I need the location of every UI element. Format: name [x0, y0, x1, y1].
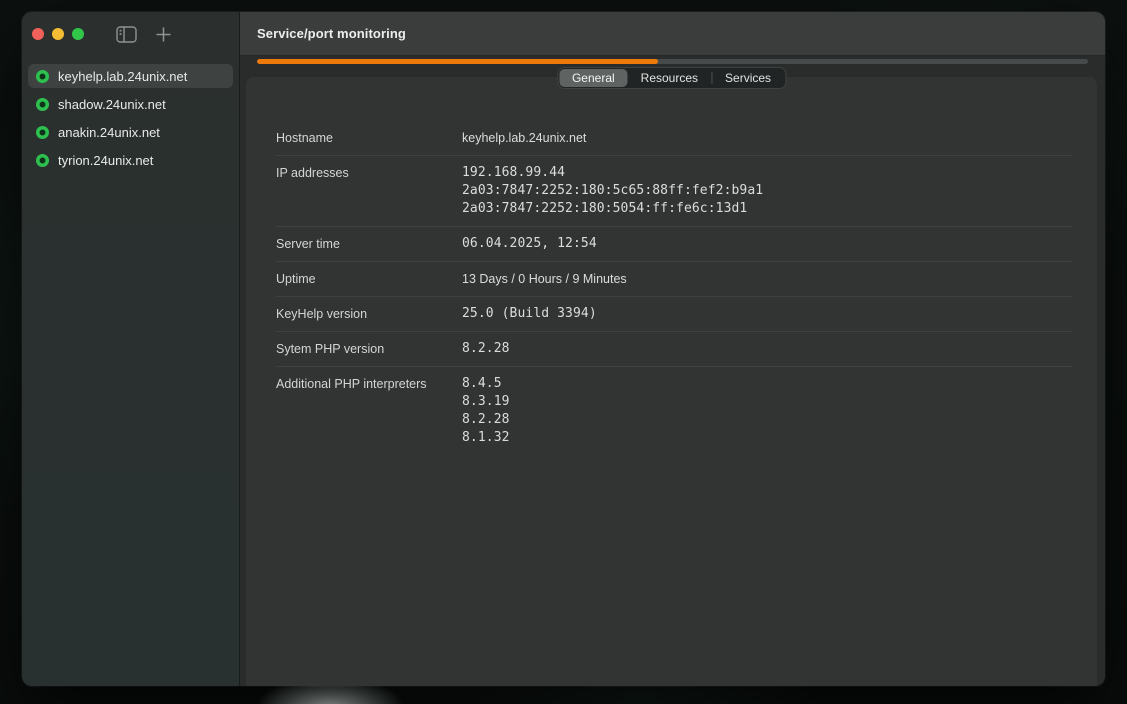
tab-services[interactable]: Services [712, 69, 784, 87]
row-value: 192.168.99.44 [462, 164, 763, 182]
row-label: Uptime [276, 270, 462, 288]
status-dot-icon [36, 70, 49, 83]
details-table: Hostname keyhelp.lab.24unix.net IP addre… [246, 77, 1097, 455]
sidebar-toggle-icon [116, 26, 137, 43]
tab-bar: General Resources Services [557, 67, 786, 89]
sidebar-item-tyrion[interactable]: tyrion.24unix.net [28, 148, 233, 172]
main-panel: Service/port monitoring General Resource… [240, 12, 1105, 686]
table-row-hostname: Hostname keyhelp.lab.24unix.net [276, 121, 1072, 156]
progress-track [257, 59, 1088, 64]
table-row-keyhelp-version: KeyHelp version 25.0 (Build 3394) [276, 297, 1072, 332]
row-value: 13 Days / 0 Hours / 9 Minutes [462, 270, 627, 288]
row-value: 8.2.28 [462, 411, 510, 429]
status-dot-icon [36, 98, 49, 111]
row-value: 25.0 (Build 3394) [462, 305, 597, 323]
server-name-label: tyrion.24unix.net [58, 153, 153, 168]
table-row-server-time: Server time 06.04.2025, 12:54 [276, 227, 1072, 262]
add-icon [155, 26, 172, 43]
close-button[interactable] [32, 28, 44, 40]
row-label: Additional PHP interpreters [276, 375, 462, 447]
toggle-sidebar-button[interactable] [114, 24, 139, 45]
sidebar-item-keyhelp[interactable]: keyhelp.lab.24unix.net [28, 64, 233, 88]
row-label: KeyHelp version [276, 305, 462, 323]
server-name-label: keyhelp.lab.24unix.net [58, 69, 187, 84]
row-value: 8.3.19 [462, 393, 510, 411]
status-dot-icon [36, 126, 49, 139]
row-label: IP addresses [276, 164, 462, 218]
minimize-button[interactable] [52, 28, 64, 40]
row-label: Sytem PHP version [276, 340, 462, 358]
sidebar: keyhelp.lab.24unix.net shadow.24unix.net… [22, 12, 240, 686]
row-label: Server time [276, 235, 462, 253]
tab-general[interactable]: General [559, 69, 628, 87]
content-card: General Resources Services Hostname keyh… [246, 77, 1097, 686]
sidebar-toolbar [22, 12, 239, 56]
add-server-button[interactable] [153, 24, 174, 45]
row-value: 2a03:7847:2252:180:5c65:88ff:fef2:b9a1 [462, 182, 763, 200]
sidebar-item-shadow[interactable]: shadow.24unix.net [28, 92, 233, 116]
row-value: 06.04.2025, 12:54 [462, 235, 597, 253]
sidebar-item-anakin[interactable]: anakin.24unix.net [28, 120, 233, 144]
server-name-label: anakin.24unix.net [58, 125, 160, 140]
row-value: 8.4.5 [462, 375, 510, 393]
table-row-ip-addresses: IP addresses 192.168.99.44 2a03:7847:225… [276, 156, 1072, 227]
row-value: 8.2.28 [462, 340, 510, 358]
table-row-uptime: Uptime 13 Days / 0 Hours / 9 Minutes [276, 262, 1072, 297]
tab-resources[interactable]: Resources [628, 69, 711, 87]
table-row-additional-php: Additional PHP interpreters 8.4.5 8.3.19… [276, 367, 1072, 455]
server-name-label: shadow.24unix.net [58, 97, 166, 112]
row-value: 2a03:7847:2252:180:5054:ff:fe6c:13d1 [462, 200, 763, 218]
status-dot-icon [36, 154, 49, 167]
desktop-wallpaper: keyhelp.lab.24unix.net shadow.24unix.net… [0, 0, 1127, 704]
progress-fill [257, 59, 658, 64]
table-row-system-php-version: Sytem PHP version 8.2.28 [276, 332, 1072, 367]
row-label: Hostname [276, 129, 462, 147]
row-value: 8.1.32 [462, 429, 510, 447]
zoom-button[interactable] [72, 28, 84, 40]
app-window: keyhelp.lab.24unix.net shadow.24unix.net… [22, 12, 1105, 686]
server-list: keyhelp.lab.24unix.net shadow.24unix.net… [22, 56, 239, 180]
titlebar: Service/port monitoring [240, 12, 1105, 56]
row-value: keyhelp.lab.24unix.net [462, 129, 586, 147]
page-title: Service/port monitoring [257, 26, 406, 41]
